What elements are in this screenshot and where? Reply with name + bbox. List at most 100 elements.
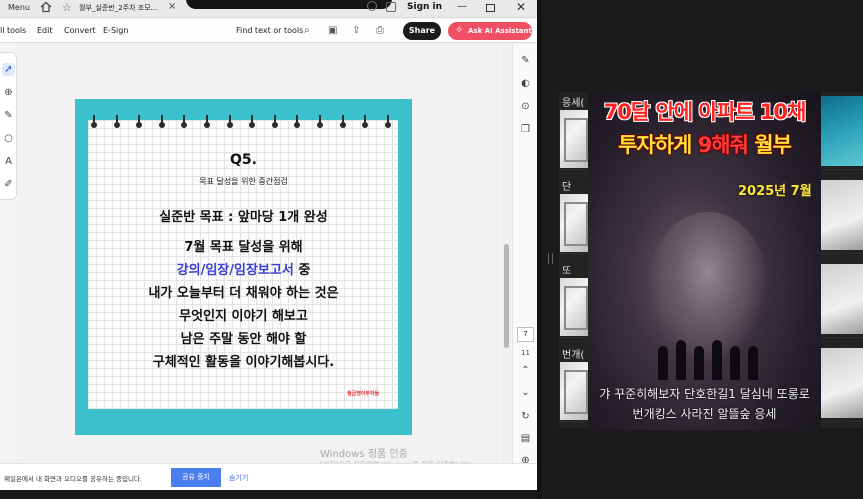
poster-headline-2b: 월부 bbox=[747, 133, 792, 157]
esign-menu[interactable]: E-Sign bbox=[103, 26, 128, 35]
home-icon[interactable] bbox=[40, 1, 52, 13]
edit-pdf-icon[interactable]: ✎ bbox=[519, 54, 532, 67]
ask-ai-assistant-button[interactable]: ✧ Ask AI Assistant bbox=[448, 22, 532, 40]
document-tab[interactable]: 월부_실준반_2주차 조모... bbox=[79, 3, 167, 13]
lasso-icon[interactable]: ○ bbox=[2, 132, 15, 145]
ring bbox=[384, 115, 391, 129]
print-icon[interactable]: ⎙ bbox=[376, 25, 384, 36]
upload-icon[interactable]: ⇪ bbox=[352, 25, 360, 36]
select-pointer-icon[interactable]: ➚ bbox=[2, 63, 15, 76]
share-button[interactable]: Share bbox=[403, 22, 441, 40]
list-thumbnail bbox=[560, 194, 590, 252]
edit-menu[interactable]: Edit bbox=[37, 26, 53, 35]
poster-caption-2: 번개킹스 사라진 알뜰숲 응세 bbox=[632, 407, 777, 421]
body-line-3: 내가 오늘부터 더 채워야 하는 것은 bbox=[148, 286, 339, 301]
brand-part-a: 월급쟁이 bbox=[347, 391, 366, 397]
overlay-bar bbox=[186, 0, 392, 9]
tab-close-icon[interactable]: × bbox=[168, 1, 176, 12]
stamp-icon[interactable]: ✐ bbox=[2, 178, 15, 191]
sign-in-button[interactable]: Sign in bbox=[407, 2, 442, 12]
poster-headline-1: 70달 안에 아파트 10채 bbox=[603, 100, 807, 124]
figure bbox=[748, 346, 758, 380]
ring bbox=[158, 115, 165, 129]
vertical-scrollbar[interactable] bbox=[502, 44, 511, 490]
list-item-label: 단 bbox=[562, 182, 572, 193]
video-poster[interactable]: 70달 안에 아파트 10채 투자하게 9해줘 월부 2025년 7월 갸 꾸준… bbox=[588, 92, 821, 430]
body-line-4: 무엇인지 이야기 해보고 bbox=[179, 309, 308, 324]
ring bbox=[317, 115, 324, 129]
ring bbox=[339, 115, 346, 129]
ring bbox=[226, 115, 233, 129]
figure bbox=[694, 346, 704, 380]
ring bbox=[204, 115, 211, 129]
pdf-page: Q5. 목표 달성을 위한 중간점검 실준반 목표 : 앞마당 1개 완성 7월… bbox=[75, 99, 412, 435]
search-icon[interactable]: ⌕ bbox=[304, 25, 310, 36]
highlight-text: 강의/임장/임장보고서 bbox=[176, 263, 294, 278]
ring bbox=[294, 115, 301, 129]
bookmark-icon[interactable]: ⊙ bbox=[519, 100, 532, 113]
notepad-rings bbox=[91, 115, 391, 129]
minimize-button[interactable]: — bbox=[457, 1, 467, 12]
document-icon[interactable]: ▤ bbox=[519, 432, 532, 445]
page-down-icon[interactable]: ⌄ bbox=[519, 386, 532, 399]
convert-menu[interactable]: Convert bbox=[64, 26, 96, 35]
poster-date: 2025년 7월 bbox=[738, 184, 812, 199]
menu-button[interactable]: Menu bbox=[8, 3, 30, 12]
scroll-thumb[interactable] bbox=[504, 244, 509, 348]
list-thumbnail bbox=[560, 110, 590, 168]
list-thumbnail-right bbox=[819, 180, 863, 250]
window-divider bbox=[537, 0, 542, 499]
list-thumbnail-right bbox=[819, 264, 863, 334]
ring bbox=[271, 115, 278, 129]
list-thumbnail bbox=[560, 362, 590, 420]
question-subtitle: 목표 달성을 위한 중간점검 bbox=[199, 177, 288, 186]
title-bar: Menu ☆ 월부_실준반_2주차 조모... × Sign in — ✕ bbox=[0, 0, 537, 18]
brand-logo: 월급쟁이부자들 bbox=[347, 390, 379, 397]
figure bbox=[730, 346, 740, 380]
app-switch-icon[interactable] bbox=[386, 2, 396, 12]
body-line-2: 강의/임장/임장보고서 중 bbox=[75, 259, 412, 278]
star-icon[interactable]: ☆ bbox=[62, 1, 72, 14]
text-box-icon[interactable]: A bbox=[2, 155, 15, 168]
save-icon[interactable]: ▣ bbox=[328, 25, 337, 36]
goal-statement: 실준반 목표 : 앞마당 1개 완성 bbox=[159, 210, 328, 225]
list-item-label: 응세( bbox=[562, 98, 585, 109]
ring bbox=[113, 115, 120, 129]
brand-part-b: 부자들 bbox=[365, 391, 380, 397]
body-line-2-rest: 중 bbox=[293, 263, 311, 278]
close-window-button[interactable]: ✕ bbox=[516, 0, 526, 14]
pen-icon[interactable]: ✎ bbox=[2, 109, 15, 122]
windows-activation-title: Windows 정품 인증 bbox=[320, 449, 408, 460]
comment-icon[interactable]: ⊕ bbox=[2, 86, 15, 99]
screen-share-text: 웨일온에서 내 화면과 오디오를 공유하는 중입니다. bbox=[4, 475, 142, 483]
ring bbox=[91, 115, 97, 129]
find-tools-search[interactable]: Find text or tools bbox=[236, 26, 303, 35]
list-thumbnail-right bbox=[819, 96, 863, 166]
hide-link[interactable]: 숨기기 bbox=[229, 473, 248, 483]
question-number: Q5. bbox=[230, 152, 257, 168]
poster-headline-2a: 투자하게 bbox=[618, 133, 698, 157]
ring bbox=[136, 115, 143, 129]
ring bbox=[181, 115, 188, 129]
ring bbox=[249, 115, 256, 129]
screen-share-notice: 웨일온에서 내 화면과 오디오를 공유하는 중입니다. 공유 중지 숨기기 bbox=[0, 463, 537, 490]
refresh-icon[interactable]: ↻ bbox=[519, 410, 532, 423]
stop-sharing-button[interactable]: 공유 중지 bbox=[171, 468, 221, 487]
list-item-label: 번개( bbox=[562, 350, 585, 361]
all-tools-menu[interactable]: ll tools bbox=[0, 26, 26, 35]
maximize-button[interactable] bbox=[486, 4, 495, 12]
page-number-input[interactable]: 7 bbox=[517, 327, 534, 342]
list-item-label: 또 bbox=[562, 266, 572, 277]
notification-icon[interactable] bbox=[367, 1, 377, 11]
ask-ai-label: Ask AI Assistant bbox=[468, 27, 532, 35]
list-thumbnail-right bbox=[819, 348, 863, 418]
poster-headline-2-red: 9해줘 bbox=[697, 133, 749, 157]
page-up-icon[interactable]: ⌃ bbox=[519, 364, 532, 377]
left-toolbar: ➚ ⊕ ✎ ○ A ✐ bbox=[0, 52, 17, 200]
acrobat-window: Menu ☆ 월부_실준반_2주차 조모... × Sign in — ✕ ll… bbox=[0, 0, 537, 490]
page-total: 11 bbox=[521, 349, 530, 357]
split-handle[interactable] bbox=[548, 253, 553, 264]
pages-icon[interactable]: ❐ bbox=[519, 123, 532, 136]
menu-bar: ll tools Edit Convert E-Sign Find text o… bbox=[0, 19, 537, 43]
export-icon[interactable]: ◐ bbox=[519, 77, 532, 90]
